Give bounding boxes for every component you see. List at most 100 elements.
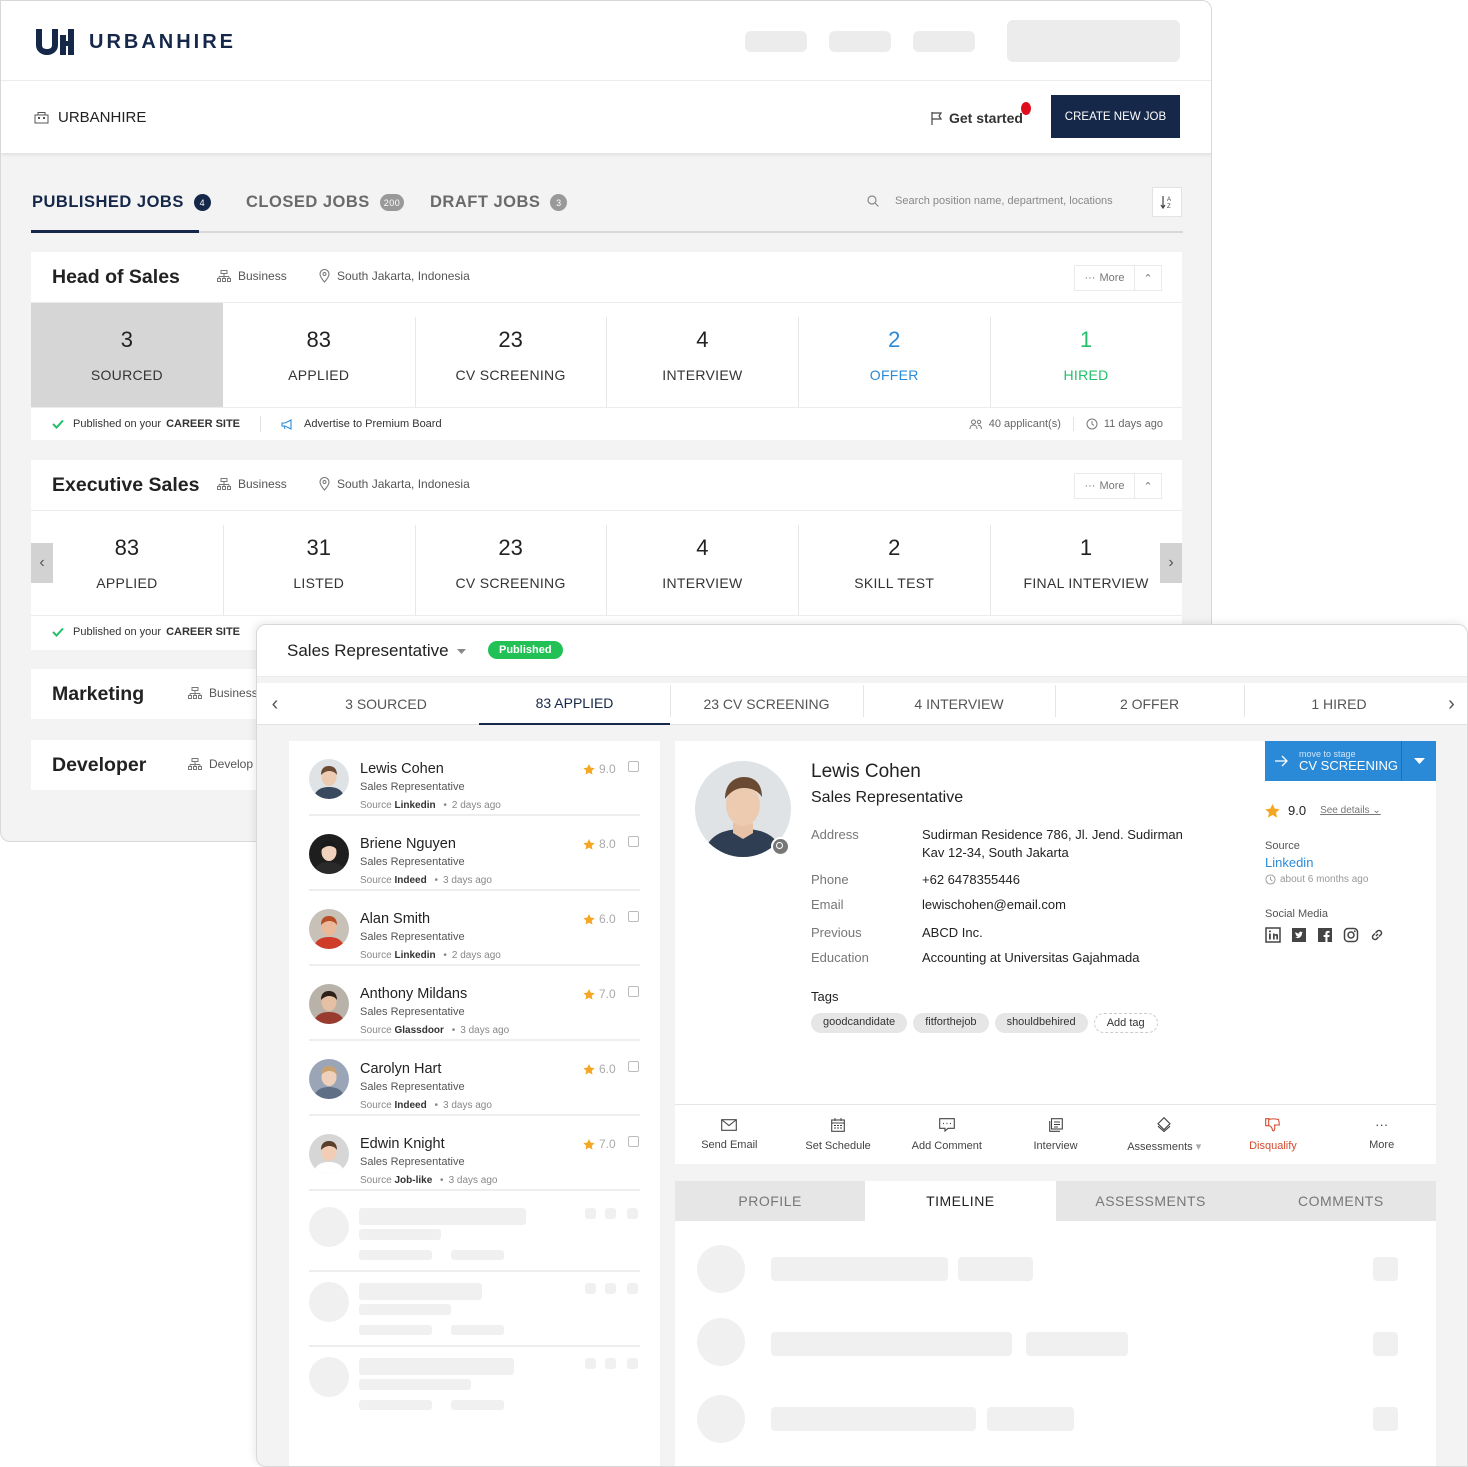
- stage-tab-sourced[interactable]: 3 SOURCED: [293, 683, 479, 725]
- stage-final-interview[interactable]: 1 FINAL INTERVIEW: [990, 511, 1182, 615]
- tab-assessments[interactable]: ASSESSMENTS: [1056, 1181, 1246, 1221]
- tab-closed-jobs[interactable]: CLOSED JOBS 200: [246, 193, 405, 212]
- twitter-icon[interactable]: [1291, 927, 1307, 943]
- instagram-icon[interactable]: [1343, 927, 1359, 943]
- collapse-button[interactable]: ⌃: [1135, 474, 1161, 498]
- job-search[interactable]: Search position name, department, locati…: [867, 195, 1113, 207]
- stage-applied[interactable]: 83 APPLIED: [223, 303, 415, 407]
- scroll-left-button[interactable]: ‹: [31, 543, 53, 583]
- tab-timeline[interactable]: TIMELINE: [865, 1181, 1056, 1221]
- link-icon[interactable]: [1369, 927, 1385, 943]
- career-site-link[interactable]: CAREER SITE: [166, 626, 240, 638]
- avatar[interactable]: [309, 759, 349, 799]
- send-email-button[interactable]: Send Email: [675, 1105, 784, 1164]
- job-card[interactable]: Head of Sales Business South Jakarta, In…: [31, 252, 1182, 440]
- move-to-stage-button[interactable]: move to stage CV SCREENING: [1265, 741, 1436, 781]
- disqualify-button[interactable]: Disqualify: [1219, 1105, 1328, 1164]
- stage-next-button[interactable]: ›: [1434, 683, 1467, 725]
- stage-hired[interactable]: 1 HIRED: [990, 303, 1182, 407]
- tab-profile[interactable]: PROFILE: [675, 1181, 865, 1221]
- candidate-name[interactable]: Edwin Knight: [360, 1136, 445, 1152]
- tag[interactable]: fitforthejob: [913, 1013, 989, 1033]
- zoom-photo-button[interactable]: [771, 837, 790, 856]
- job-title[interactable]: Developer: [52, 754, 146, 777]
- assessments-button[interactable]: Assessments ▾: [1110, 1105, 1219, 1164]
- tag[interactable]: shouldbehired: [994, 1013, 1088, 1033]
- avatar[interactable]: [309, 1134, 349, 1174]
- stage-interview[interactable]: 4 INTERVIEW: [606, 511, 798, 615]
- advertise-premium-link[interactable]: Advertise to Premium Board: [304, 418, 442, 430]
- stage-interview[interactable]: 4 INTERVIEW: [606, 303, 798, 407]
- job-title[interactable]: Executive Sales: [52, 474, 199, 497]
- candidate-name[interactable]: Lewis Cohen: [360, 761, 444, 777]
- collapse-button[interactable]: ⌃: [1135, 266, 1161, 290]
- candidate-name[interactable]: Anthony Mildans: [360, 986, 467, 1002]
- stage-dropdown-button[interactable]: [1402, 741, 1436, 781]
- create-new-job-button[interactable]: CREATE NEW JOB: [1051, 95, 1180, 138]
- search-input[interactable]: Search position name, department, locati…: [895, 195, 1113, 207]
- more-menu[interactable]: ··· More ⌃: [1074, 265, 1162, 291]
- select-checkbox[interactable]: [628, 1061, 639, 1072]
- tab-draft-jobs[interactable]: DRAFT JOBS 3: [430, 193, 568, 212]
- more-menu[interactable]: ··· More ⌃: [1074, 473, 1162, 499]
- select-checkbox[interactable]: [628, 761, 639, 772]
- email-value[interactable]: lewischohen@email.com: [922, 896, 1066, 914]
- job-title[interactable]: Marketing: [52, 683, 144, 706]
- candidate-item[interactable]: Anthony Mildans Sales Representative Sourc…: [309, 966, 640, 1041]
- see-details-link[interactable]: See details ⌄: [1320, 805, 1381, 816]
- stage-tab-cv-screening[interactable]: 23 CV SCREENING: [670, 683, 863, 725]
- job-title[interactable]: Head of Sales: [52, 266, 180, 289]
- add-tag-button[interactable]: Add tag: [1093, 1013, 1158, 1033]
- candidate-item[interactable]: Briene Nguyen Sales Representative Source …: [309, 816, 640, 891]
- stage-tab-offer[interactable]: 2 OFFER: [1055, 683, 1244, 725]
- candidate-item[interactable]: Alan Smith Sales Representative Source Lin…: [309, 891, 640, 966]
- add-comment-button[interactable]: Add Comment: [892, 1105, 1001, 1164]
- tag[interactable]: goodcandidate: [811, 1013, 908, 1033]
- avatar[interactable]: [309, 909, 349, 949]
- interview-button[interactable]: Interview: [1001, 1105, 1110, 1164]
- candidate-name[interactable]: Carolyn Hart: [360, 1061, 441, 1077]
- stage-offer[interactable]: 2 OFFER: [798, 303, 990, 407]
- tab-comments[interactable]: COMMENTS: [1246, 1181, 1436, 1221]
- avatar[interactable]: [309, 1059, 349, 1099]
- stage-tab-interview[interactable]: 4 INTERVIEW: [863, 683, 1055, 725]
- candidate-item[interactable]: Carolyn Hart Sales Representative Source I…: [309, 1041, 640, 1116]
- stage-listed[interactable]: 31 LISTED: [222, 511, 415, 615]
- phone-value[interactable]: +62 6478355446: [922, 871, 1020, 889]
- stage-applied[interactable]: 83 APPLIED: [31, 511, 223, 615]
- candidate-name[interactable]: Briene Nguyen: [360, 836, 456, 852]
- stage-skill-test[interactable]: 2 SKILL TEST: [798, 511, 990, 615]
- select-checkbox[interactable]: [628, 1136, 639, 1147]
- urbanhire-logo-icon[interactable]: [34, 29, 74, 55]
- get-started-link[interactable]: Get started: [931, 110, 1023, 126]
- brand-name[interactable]: URBANHIRE: [89, 31, 236, 54]
- more-button[interactable]: ··· More: [1075, 266, 1135, 290]
- select-checkbox[interactable]: [628, 986, 639, 997]
- candidate-name[interactable]: Alan Smith: [360, 911, 430, 927]
- linkedin-icon[interactable]: [1265, 927, 1281, 943]
- move-stage-action[interactable]: move to stage CV SCREENING: [1265, 741, 1402, 781]
- tab-published-jobs[interactable]: PUBLISHED JOBS 4: [32, 193, 211, 212]
- more-actions-button[interactable]: ··· More: [1327, 1105, 1436, 1164]
- job-card[interactable]: Executive Sales Business South Jakarta, …: [31, 460, 1182, 650]
- candidate-item[interactable]: Edwin Knight Sales Representative Source J…: [309, 1116, 640, 1191]
- job-selector[interactable]: Sales Representative: [287, 641, 466, 661]
- candidate-item[interactable]: Lewis Cohen Sales Representative Source Li…: [309, 741, 640, 816]
- stage-tab-applied[interactable]: 83 APPLIED: [479, 683, 670, 725]
- stage-cv-screening[interactable]: 23 CV SCREENING: [414, 303, 607, 407]
- sort-button[interactable]: AZ: [1152, 187, 1182, 217]
- facebook-icon[interactable]: [1317, 927, 1333, 943]
- source-link[interactable]: Linkedin: [1265, 855, 1313, 870]
- select-checkbox[interactable]: [628, 836, 639, 847]
- career-site-link[interactable]: CAREER SITE: [166, 418, 240, 430]
- avatar[interactable]: [309, 834, 349, 874]
- scroll-right-button[interactable]: ›: [1160, 543, 1182, 583]
- more-button[interactable]: ··· More: [1075, 474, 1135, 498]
- avatar[interactable]: [309, 984, 349, 1024]
- stage-sourced[interactable]: 3 SOURCED: [31, 303, 223, 407]
- select-checkbox[interactable]: [628, 911, 639, 922]
- stage-cv-screening[interactable]: 23 CV SCREENING: [414, 511, 607, 615]
- stage-tab-hired[interactable]: 1 HIRED: [1244, 683, 1434, 725]
- stage-prev-button[interactable]: ‹: [257, 683, 293, 725]
- set-schedule-button[interactable]: Set Schedule: [784, 1105, 893, 1164]
